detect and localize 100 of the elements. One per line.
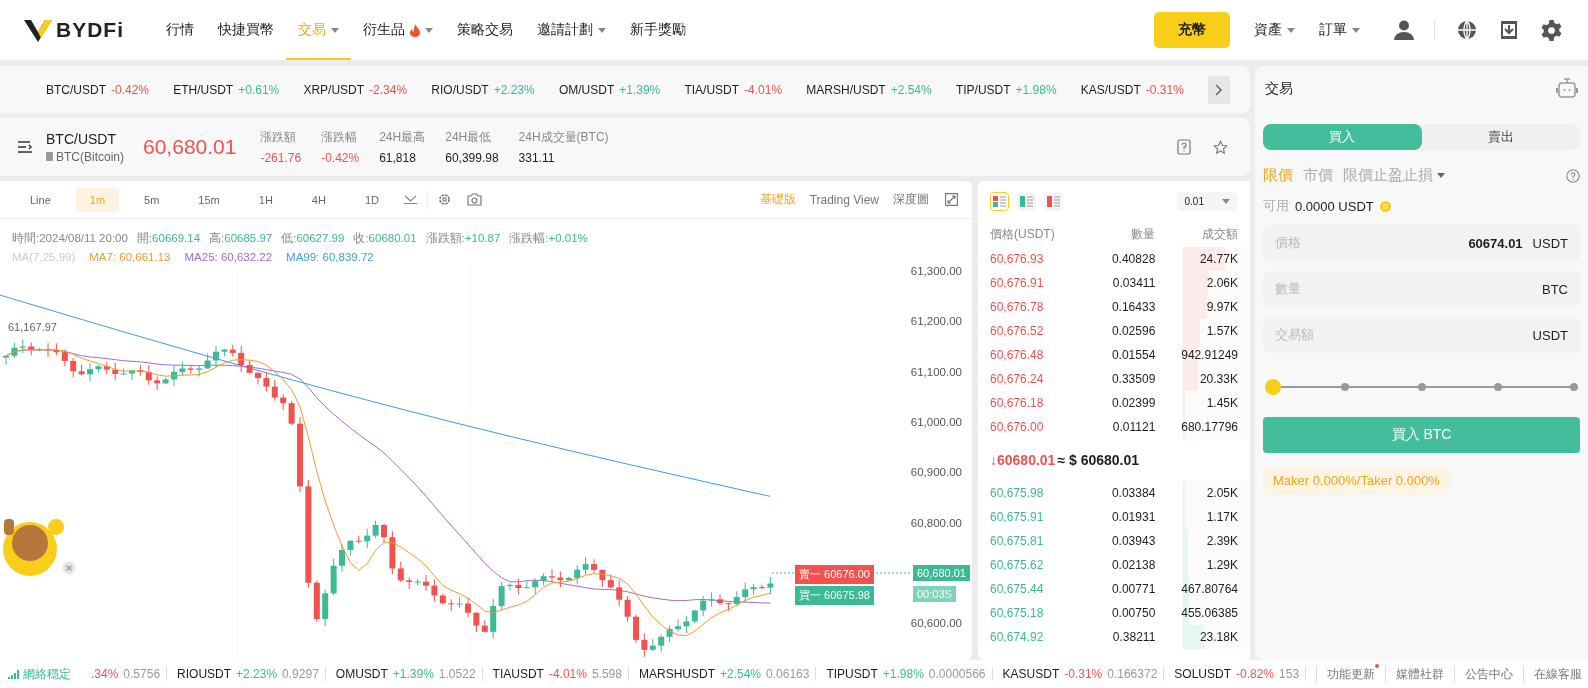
ticker-item[interactable]: KAS/USDT -0.31% — [1080, 82, 1184, 97]
settings-icon[interactable] — [437, 193, 451, 206]
market-symbol[interactable]: TIPUSDT — [826, 667, 878, 681]
chevron-down-icon[interactable] — [403, 195, 417, 204]
chart-view-tab[interactable]: 深度圖 — [893, 191, 929, 208]
market-symbol[interactable]: KASUSDT — [1002, 667, 1060, 681]
book-view-button[interactable] — [1017, 191, 1036, 211]
market-price: 0.5756 — [123, 667, 161, 681]
book-view-button[interactable] — [990, 191, 1009, 211]
market-price: 1.0522 — [438, 667, 476, 681]
close-icon[interactable] — [62, 561, 76, 575]
nav-item[interactable]: 策略交易 — [445, 0, 525, 60]
ticker-item[interactable]: BTC/USDT -0.42% — [46, 82, 150, 97]
order-price[interactable]: 60,676.78 — [990, 300, 1073, 314]
ticker-item[interactable]: OM/USDT +1.39% — [558, 82, 661, 97]
market-change: +2.23% — [236, 667, 278, 681]
order-price[interactable]: 60,676.93 — [990, 252, 1073, 266]
market-symbol[interactable]: RIOUSDT — [177, 667, 232, 681]
order-price[interactable]: 60,676.00 — [990, 420, 1073, 434]
footer-link[interactable]: 媒體社群 — [1385, 665, 1455, 683]
chart-view-tab[interactable]: Trading View — [809, 192, 879, 207]
order-total: 1.17K — [1205, 510, 1238, 524]
ticker-item[interactable]: TIP/USDT +1.98% — [955, 82, 1057, 97]
order-total: 2.39K — [1205, 534, 1238, 548]
stat-value: -0.42% — [321, 151, 360, 165]
header-menu[interactable]: 訂單 — [1307, 21, 1372, 39]
interval-tab[interactable]: 5m — [130, 187, 174, 212]
nav-item[interactable]: 邀請計劃 — [525, 0, 618, 60]
market-change: -4.01% — [548, 667, 587, 681]
ohlc-item: 漲跌額:+10.87 — [425, 231, 501, 246]
help-document-icon[interactable] — [1177, 139, 1191, 155]
nav-item[interactable]: 快捷買幣 — [206, 0, 286, 60]
nav-item[interactable]: 新手獎勵 — [618, 0, 698, 60]
user-icon[interactable] — [1394, 20, 1414, 40]
market-symbol[interactable]: OMUSDT — [335, 667, 388, 681]
interval-tab[interactable]: 1D — [350, 187, 393, 212]
ticker-item[interactable]: RIO/USDT +2.23% — [431, 82, 535, 97]
order-price[interactable]: 60,676.24 — [990, 372, 1073, 386]
interval-tab[interactable]: Line — [16, 187, 65, 212]
next-button[interactable] — [1208, 75, 1230, 104]
order-amount: 0.02138 — [1110, 558, 1156, 572]
order-amount: 0.38211 — [1111, 630, 1156, 644]
expand-icon[interactable] — [945, 193, 958, 206]
chevron-right-icon — [1215, 83, 1223, 96]
help-icon[interactable] — [1566, 168, 1580, 183]
market-price: 153 — [1279, 667, 1300, 681]
side-tab[interactable]: 賣出 — [1421, 124, 1580, 150]
star-icon[interactable] — [1213, 139, 1228, 155]
slider-thumb[interactable] — [1265, 379, 1281, 395]
slider-track[interactable] — [1265, 379, 1578, 395]
interval-tab[interactable]: 1H — [244, 187, 287, 212]
nav-item[interactable]: 行情 — [154, 0, 206, 60]
download-icon[interactable] — [1499, 20, 1519, 40]
robot-icon[interactable] — [1556, 78, 1578, 100]
nav-item[interactable]: 衍生品 — [351, 0, 445, 60]
slider-step-dot[interactable] — [1493, 383, 1502, 391]
settings-icon[interactable] — [1541, 19, 1562, 41]
market-price: 0.9297 — [282, 667, 319, 681]
deposit-button[interactable]: 充幣 — [1154, 12, 1230, 48]
order-amount: 0.01554 — [1110, 348, 1156, 362]
ohlc-item: 開:60669.14 — [136, 231, 201, 246]
camera-icon[interactable] — [466, 193, 482, 206]
book-view-button[interactable] — [1044, 191, 1063, 211]
market-symbol[interactable]: TIAUSDT — [492, 667, 544, 681]
caret-icon — [1287, 27, 1295, 33]
slider-step-dot[interactable] — [1341, 383, 1350, 391]
y-axis-label: 61,300.00 — [910, 265, 962, 277]
logo-text: BYDFi — [56, 18, 124, 42]
ticker-item[interactable]: TIA/USDT -4.01% — [684, 82, 783, 97]
header-menu[interactable]: 資產 — [1242, 21, 1307, 39]
ticker-item[interactable]: ETH/USDT +0.61% — [173, 82, 280, 97]
footer-link[interactable]: 在線客服 — [1523, 665, 1588, 683]
current-price-tag: 60,680.01 — [913, 565, 970, 581]
market-change: +1.39% — [392, 667, 434, 681]
interval-tab[interactable]: 4H — [297, 187, 340, 212]
market-change: -0.31% — [1064, 667, 1103, 681]
order-price[interactable]: 60,676.91 — [990, 276, 1073, 290]
order-price[interactable]: 60,676.18 — [990, 396, 1073, 410]
market-change: -0.82% — [1236, 667, 1275, 681]
precision-dropdown[interactable]: 0.01 — [1176, 191, 1238, 211]
slider-step-dot[interactable] — [1417, 383, 1426, 391]
order-total: 1.29K — [1205, 558, 1238, 572]
market-symbol[interactable]: MARSHUSDT — [638, 667, 715, 681]
footer-link[interactable]: 功能更新 — [1316, 665, 1386, 683]
column-header: 價格(USDT) — [990, 225, 1056, 243]
order-total: 24.77K — [1198, 252, 1238, 266]
globe-icon[interactable] — [1457, 20, 1477, 40]
order-total: 20.33K — [1198, 372, 1238, 386]
footer-link[interactable]: 公告中心 — [1454, 665, 1524, 683]
ticker-item[interactable]: MARSH/USDT +2.54% — [806, 82, 932, 97]
countdown-tag: 00:03S — [913, 586, 956, 602]
market-symbol[interactable]: SOLUSDT — [1174, 667, 1231, 681]
menu-icon[interactable] — [18, 141, 32, 153]
ticker-item[interactable]: XRP/USDT -2.34% — [303, 82, 408, 97]
slider-step-dot[interactable] — [1570, 383, 1578, 391]
order-price[interactable]: 60,676.52 — [990, 324, 1073, 338]
y-axis-label: 60,900.00 — [910, 466, 962, 479]
order-price[interactable]: 60,676.48 — [990, 348, 1073, 362]
stat-label: 24H最低 — [445, 129, 493, 146]
interval-tab[interactable]: 15m — [184, 187, 234, 212]
